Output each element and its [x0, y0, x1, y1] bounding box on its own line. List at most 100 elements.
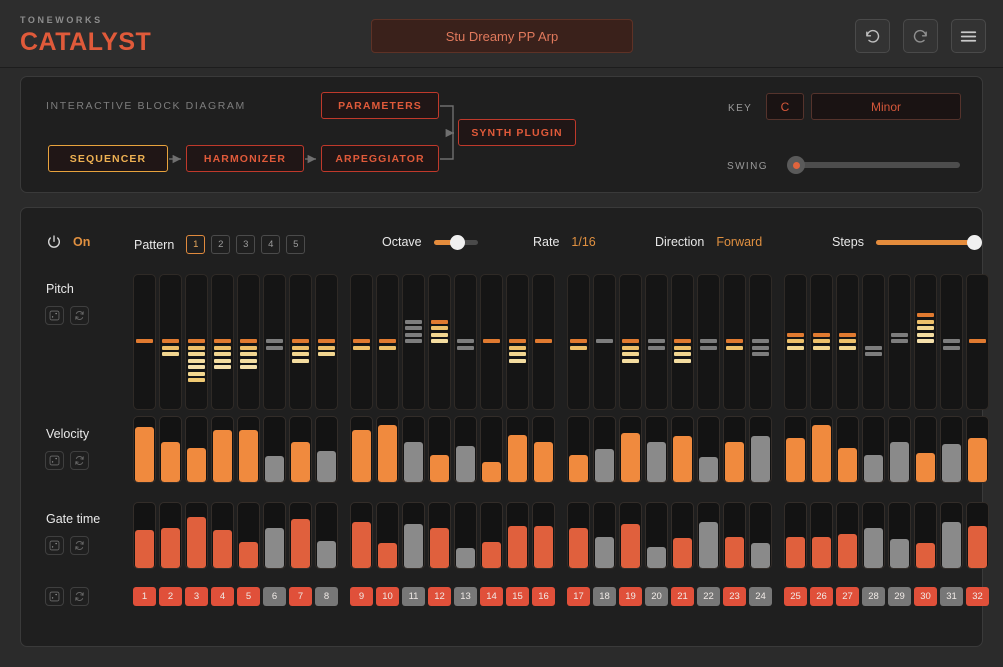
step-toggle[interactable]: 11	[402, 587, 425, 606]
velocity-step[interactable]	[784, 416, 807, 483]
diagram-node-parameters[interactable]: PARAMETERS	[321, 92, 439, 119]
gate-step[interactable]	[263, 502, 286, 569]
step-toggle[interactable]: 19	[619, 587, 642, 606]
velocity-step[interactable]	[749, 416, 772, 483]
gate-step[interactable]	[567, 502, 590, 569]
pattern-button-5[interactable]: 5	[286, 235, 306, 254]
gate-step[interactable]	[289, 502, 312, 569]
step-toggle[interactable]: 6	[263, 587, 286, 606]
steps-slider[interactable]	[875, 234, 982, 250]
step-toggle[interactable]: 5	[237, 587, 260, 606]
gate-step[interactable]	[480, 502, 503, 569]
velocity-step[interactable]	[567, 416, 590, 483]
gate-step[interactable]	[645, 502, 668, 569]
pitch-step[interactable]	[532, 274, 555, 410]
velocity-randomize-button[interactable]	[45, 451, 64, 470]
gate-step[interactable]	[784, 502, 807, 569]
preset-name-field[interactable]: Stu Dreamy PP Arp	[371, 19, 633, 53]
gate-step[interactable]	[888, 502, 911, 569]
pitch-step[interactable]	[289, 274, 312, 410]
pattern-button-2[interactable]: 2	[211, 235, 231, 254]
step-toggle[interactable]: 29	[888, 587, 911, 606]
velocity-step[interactable]	[237, 416, 260, 483]
swing-slider-handle[interactable]	[787, 156, 805, 174]
velocity-step[interactable]	[697, 416, 720, 483]
pitch-step[interactable]	[810, 274, 833, 410]
gate-step[interactable]	[619, 502, 642, 569]
power-toggle[interactable]: On	[46, 234, 90, 250]
step-toggle[interactable]: 21	[671, 587, 694, 606]
pitch-step[interactable]	[454, 274, 477, 410]
pitch-step[interactable]	[402, 274, 425, 410]
gate-step[interactable]	[966, 502, 989, 569]
pitch-step[interactable]	[619, 274, 642, 410]
gate-step[interactable]	[749, 502, 772, 569]
gate-step[interactable]	[671, 502, 694, 569]
gate-step[interactable]	[506, 502, 529, 569]
pitch-step[interactable]	[966, 274, 989, 410]
key-selector[interactable]: C	[766, 93, 804, 120]
step-toggle[interactable]: 24	[749, 587, 772, 606]
step-toggle[interactable]: 30	[914, 587, 937, 606]
pitch-reset-button[interactable]	[70, 306, 89, 325]
direction-control[interactable]: Direction Forward	[655, 235, 762, 249]
pitch-step[interactable]	[480, 274, 503, 410]
scale-selector[interactable]: Minor	[811, 93, 961, 120]
gate-step[interactable]	[428, 502, 451, 569]
pitch-step[interactable]	[914, 274, 937, 410]
step-toggle[interactable]: 7	[289, 587, 312, 606]
pitch-step[interactable]	[888, 274, 911, 410]
step-toggle[interactable]: 22	[697, 587, 720, 606]
gate-step[interactable]	[593, 502, 616, 569]
pitch-step[interactable]	[159, 274, 182, 410]
pitch-step[interactable]	[784, 274, 807, 410]
velocity-step[interactable]	[159, 416, 182, 483]
steps-reset-button[interactable]	[70, 587, 89, 606]
pattern-button-3[interactable]: 3	[236, 235, 256, 254]
gate-step[interactable]	[723, 502, 746, 569]
step-toggle[interactable]: 9	[350, 587, 373, 606]
gate-step[interactable]	[914, 502, 937, 569]
pitch-step[interactable]	[350, 274, 373, 410]
velocity-step[interactable]	[402, 416, 425, 483]
gate-step[interactable]	[810, 502, 833, 569]
step-toggle[interactable]: 4	[211, 587, 234, 606]
undo-button[interactable]	[855, 19, 890, 53]
redo-button[interactable]	[903, 19, 938, 53]
gate-step[interactable]	[185, 502, 208, 569]
pitch-step[interactable]	[506, 274, 529, 410]
step-toggle[interactable]: 31	[940, 587, 963, 606]
velocity-step[interactable]	[133, 416, 156, 483]
pitch-step[interactable]	[567, 274, 590, 410]
pitch-step[interactable]	[671, 274, 694, 410]
gate-reset-button[interactable]	[70, 536, 89, 555]
steps-slider-handle[interactable]	[966, 234, 982, 250]
step-toggle[interactable]: 18	[593, 587, 616, 606]
velocity-step[interactable]	[723, 416, 746, 483]
velocity-step[interactable]	[671, 416, 694, 483]
velocity-step[interactable]	[480, 416, 503, 483]
velocity-step[interactable]	[454, 416, 477, 483]
step-toggle[interactable]: 1	[133, 587, 156, 606]
step-toggle[interactable]: 23	[723, 587, 746, 606]
step-toggle[interactable]: 3	[185, 587, 208, 606]
pitch-step[interactable]	[749, 274, 772, 410]
pitch-step[interactable]	[263, 274, 286, 410]
gate-randomize-button[interactable]	[45, 536, 64, 555]
velocity-step[interactable]	[966, 416, 989, 483]
pitch-step[interactable]	[836, 274, 859, 410]
step-toggle[interactable]: 27	[836, 587, 859, 606]
velocity-step[interactable]	[185, 416, 208, 483]
velocity-step[interactable]	[940, 416, 963, 483]
velocity-step[interactable]	[315, 416, 338, 483]
velocity-step[interactable]	[836, 416, 859, 483]
pitch-step[interactable]	[697, 274, 720, 410]
pitch-step[interactable]	[862, 274, 885, 410]
pitch-randomize-button[interactable]	[45, 306, 64, 325]
gate-step[interactable]	[940, 502, 963, 569]
pitch-step[interactable]	[237, 274, 260, 410]
step-toggle[interactable]: 16	[532, 587, 555, 606]
gate-step[interactable]	[836, 502, 859, 569]
pitch-step[interactable]	[645, 274, 668, 410]
pitch-step[interactable]	[940, 274, 963, 410]
